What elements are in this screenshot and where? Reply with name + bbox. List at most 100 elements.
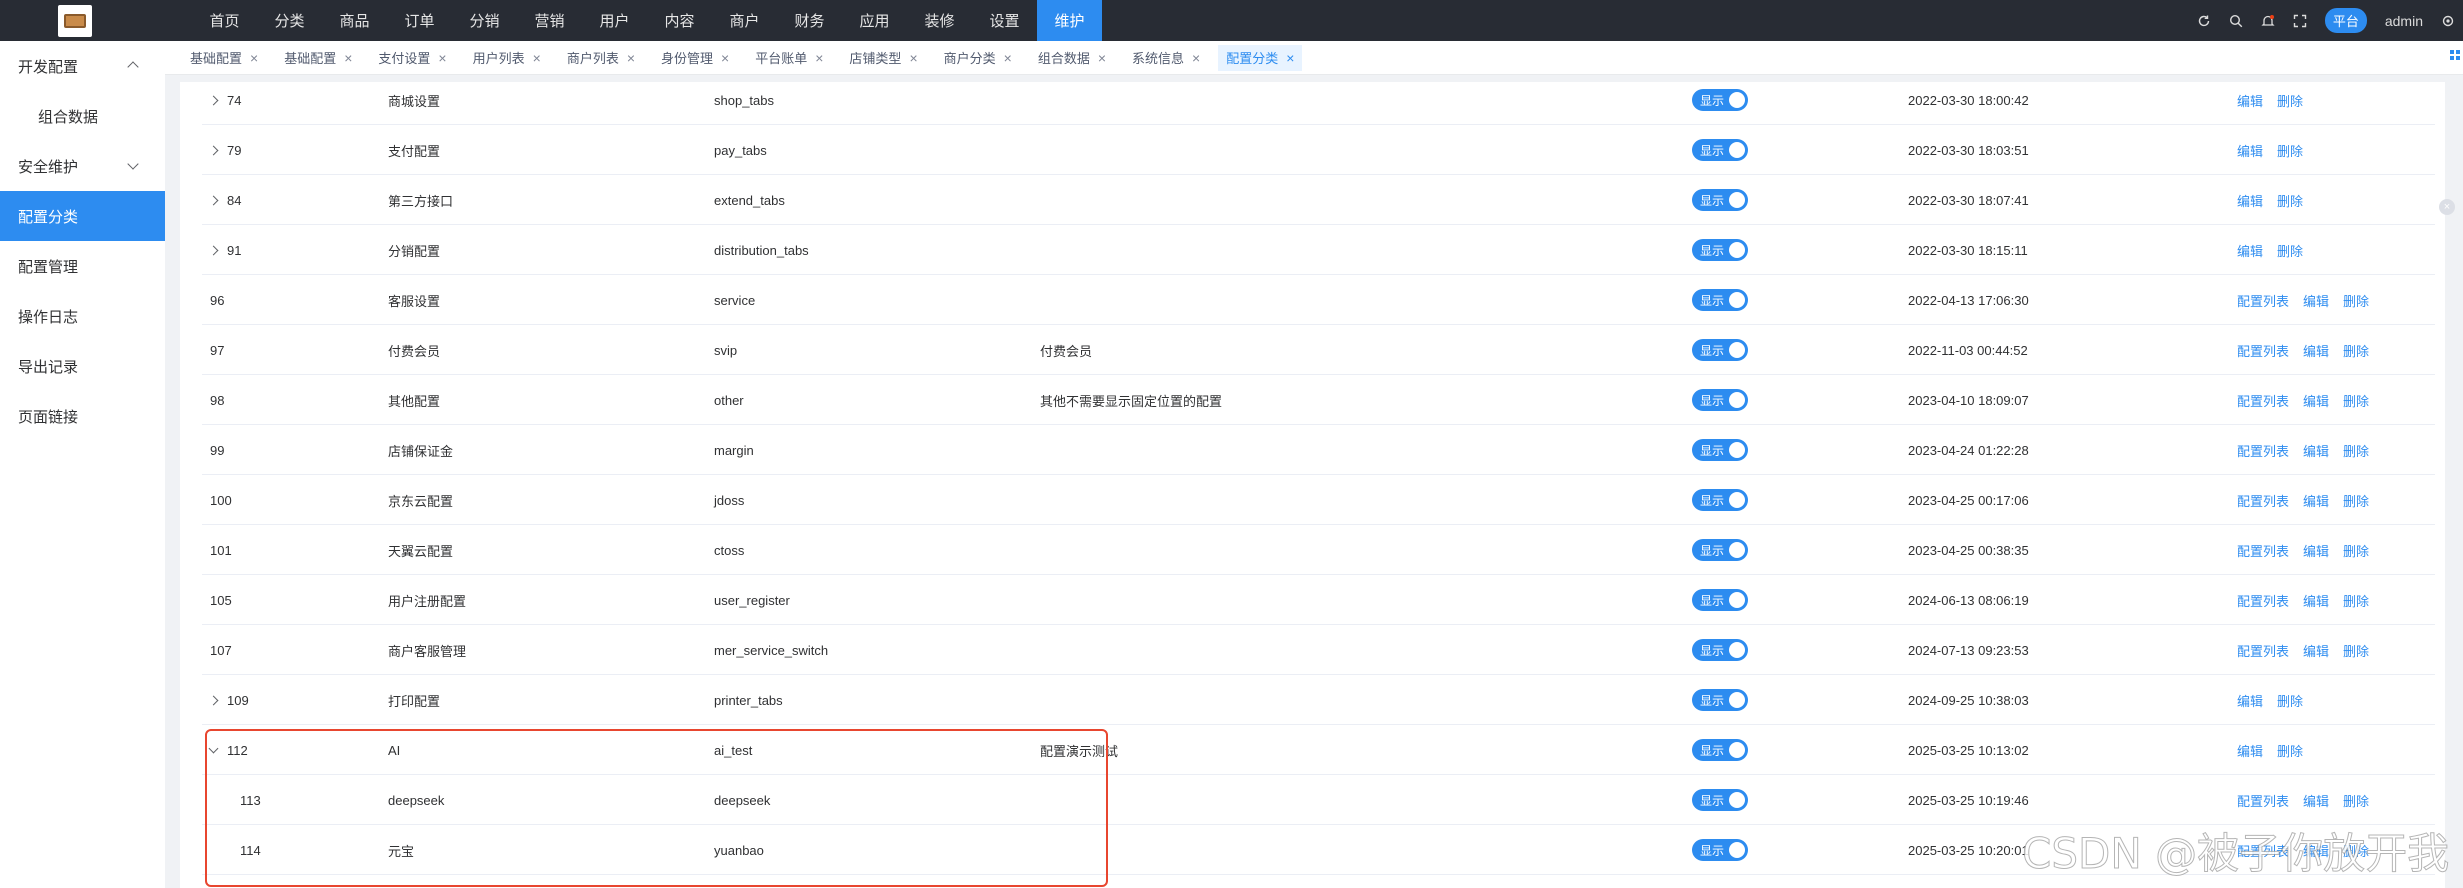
top-nav-item[interactable]: 订单	[387, 0, 452, 41]
status-toggle[interactable]: 显示	[1692, 739, 1748, 761]
config-list-link[interactable]: 配置列表	[2237, 391, 2289, 410]
config-list-link[interactable]: 配置列表	[2237, 341, 2289, 360]
sidebar-item[interactable]: 配置分类	[0, 191, 165, 241]
status-toggle[interactable]: 显示	[1692, 89, 1748, 111]
chevron-down-icon[interactable]	[127, 158, 139, 170]
status-toggle[interactable]: 显示	[1692, 589, 1748, 611]
page-tab[interactable]: 基础配置 ×	[182, 45, 266, 71]
status-toggle[interactable]: 显示	[1692, 239, 1748, 261]
refresh-icon[interactable]	[2197, 14, 2211, 28]
delete-link[interactable]: 删除	[2277, 691, 2303, 710]
user-name[interactable]: admin	[2385, 13, 2423, 29]
sidebar-item[interactable]: 组合数据	[0, 91, 165, 141]
delete-link[interactable]: 删除	[2343, 291, 2369, 310]
delete-link[interactable]: 删除	[2277, 141, 2303, 160]
delete-link[interactable]: 删除	[2343, 341, 2369, 360]
page-tab[interactable]: 系统信息 ×	[1124, 45, 1208, 71]
close-icon[interactable]: ×	[721, 50, 729, 66]
fullscreen-icon[interactable]	[2293, 14, 2307, 28]
top-nav-item[interactable]: 营销	[517, 0, 582, 41]
edit-link[interactable]: 编辑	[2237, 91, 2263, 110]
config-list-link[interactable]: 配置列表	[2237, 291, 2289, 310]
expand-right-icon[interactable]	[208, 145, 219, 155]
delete-link[interactable]: 删除	[2343, 491, 2369, 510]
close-icon[interactable]: ×	[815, 50, 823, 66]
status-toggle[interactable]: 显示	[1692, 639, 1748, 661]
page-tab[interactable]: 用户列表 ×	[465, 45, 549, 71]
edit-link[interactable]: 编辑	[2303, 291, 2329, 310]
top-nav-item[interactable]: 装修	[907, 0, 972, 41]
close-icon[interactable]: ×	[1098, 50, 1106, 66]
delete-link[interactable]: 删除	[2343, 391, 2369, 410]
edit-link[interactable]: 编辑	[2237, 141, 2263, 160]
app-logo[interactable]	[58, 4, 92, 37]
bell-icon[interactable]	[2261, 14, 2275, 28]
edit-link[interactable]: 编辑	[2303, 391, 2329, 410]
config-list-link[interactable]: 配置列表	[2237, 591, 2289, 610]
edit-link[interactable]: 编辑	[2237, 741, 2263, 760]
top-nav-item[interactable]: 商户	[712, 0, 777, 41]
page-tab[interactable]: 身份管理 ×	[653, 45, 737, 71]
close-icon[interactable]: ×	[1192, 50, 1200, 66]
top-nav-item[interactable]: 设置	[972, 0, 1037, 41]
expand-right-icon[interactable]	[208, 195, 219, 205]
close-icon[interactable]: ×	[909, 50, 917, 66]
close-icon[interactable]: ×	[250, 50, 258, 66]
expand-right-icon[interactable]	[208, 695, 219, 705]
sidebar-item[interactable]: 操作日志	[0, 291, 165, 341]
close-icon[interactable]: ×	[1004, 50, 1012, 66]
delete-link[interactable]: 删除	[2277, 741, 2303, 760]
sidebar-item[interactable]: 导出记录	[0, 341, 165, 391]
page-tab[interactable]: 支付设置 ×	[370, 45, 454, 71]
edit-link[interactable]: 编辑	[2237, 191, 2263, 210]
top-nav-item[interactable]: 分销	[452, 0, 517, 41]
top-nav-item[interactable]: 应用	[842, 0, 907, 41]
status-toggle[interactable]: 显示	[1692, 189, 1748, 211]
tabs-menu-icon[interactable]	[2449, 49, 2463, 63]
expand-right-icon[interactable]	[208, 245, 219, 255]
platform-badge[interactable]: 平台	[2324, 8, 2367, 33]
search-icon[interactable]	[2229, 14, 2243, 28]
status-toggle[interactable]: 显示	[1692, 489, 1748, 511]
close-icon[interactable]: ×	[344, 50, 352, 66]
page-tab[interactable]: 组合数据 ×	[1030, 45, 1114, 71]
page-tab[interactable]: 商户分类 ×	[936, 45, 1020, 71]
edit-link[interactable]: 编辑	[2303, 541, 2329, 560]
sidebar-item[interactable]: 安全维护	[0, 141, 165, 191]
delete-link[interactable]: 删除	[2343, 441, 2369, 460]
sidebar-item[interactable]: 页面链接	[0, 391, 165, 441]
settings-icon[interactable]	[2441, 14, 2455, 28]
top-nav-item[interactable]: 商品	[322, 0, 387, 41]
edit-link[interactable]: 编辑	[2303, 441, 2329, 460]
edit-link[interactable]: 编辑	[2303, 591, 2329, 610]
top-nav-item[interactable]: 分类	[257, 0, 322, 41]
delete-link[interactable]: 删除	[2343, 641, 2369, 660]
close-icon[interactable]: ×	[533, 50, 541, 66]
close-icon[interactable]: ×	[438, 50, 446, 66]
edit-link[interactable]: 编辑	[2303, 791, 2329, 810]
page-tab[interactable]: 商户列表 ×	[559, 45, 643, 71]
config-list-link[interactable]: 配置列表	[2237, 441, 2289, 460]
status-toggle[interactable]: 显示	[1692, 139, 1748, 161]
page-tab[interactable]: 配置分类 ×	[1218, 44, 1303, 71]
status-toggle[interactable]: 显示	[1692, 839, 1748, 861]
expand-right-icon[interactable]	[208, 95, 219, 105]
config-list-link[interactable]: 配置列表	[2237, 491, 2289, 510]
delete-link[interactable]: 删除	[2277, 91, 2303, 110]
close-icon[interactable]: ×	[627, 50, 635, 66]
top-nav-item[interactable]: 维护	[1037, 0, 1102, 41]
config-list-link[interactable]: 配置列表	[2237, 791, 2289, 810]
sidebar-item[interactable]: 配置管理	[0, 241, 165, 291]
delete-link[interactable]: 删除	[2277, 191, 2303, 210]
page-tab[interactable]: 店铺类型 ×	[841, 45, 925, 71]
delete-link[interactable]: 删除	[2277, 241, 2303, 260]
edit-link[interactable]: 编辑	[2303, 341, 2329, 360]
edit-link[interactable]: 编辑	[2303, 491, 2329, 510]
delete-link[interactable]: 删除	[2343, 591, 2369, 610]
top-nav-item[interactable]: 用户	[582, 0, 647, 41]
chevron-up-icon[interactable]	[127, 61, 139, 73]
config-list-link[interactable]: 配置列表	[2237, 541, 2289, 560]
delete-link[interactable]: 删除	[2343, 541, 2369, 560]
close-circle-icon[interactable]: ×	[2439, 199, 2455, 215]
top-nav-item[interactable]: 首页	[192, 0, 257, 41]
